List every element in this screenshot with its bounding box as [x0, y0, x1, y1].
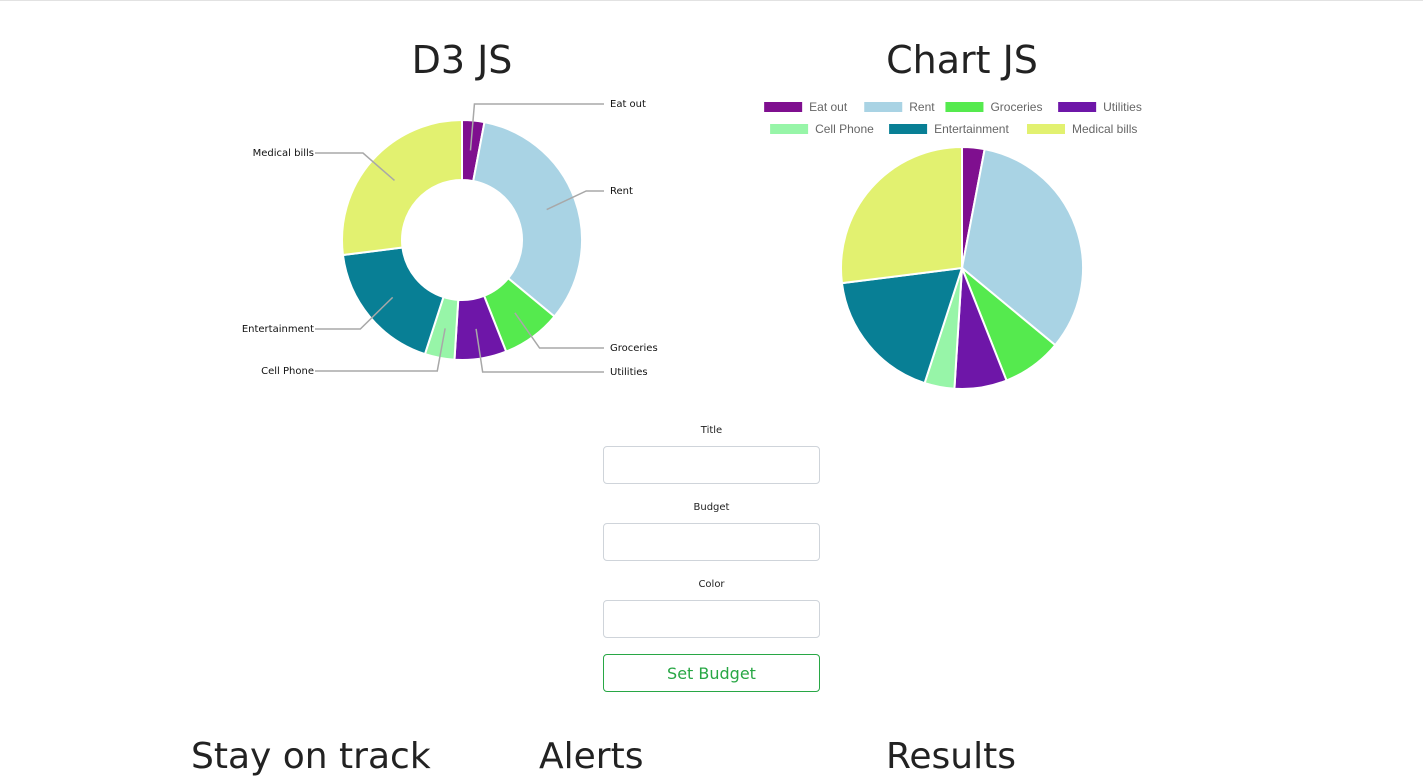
stay-on-track-heading: Stay on track [191, 736, 431, 777]
color-label: Color [698, 579, 725, 590]
d3-label-eat-out: Eat out [610, 99, 646, 110]
budget-input[interactable] [603, 523, 820, 561]
budget-label: Budget [693, 502, 730, 513]
chartjs-legend: Eat out Rent Groceries Utilities Cell Phone E… [764, 100, 1142, 136]
alerts-heading: Alerts [539, 736, 644, 777]
d3-slice-rent [472, 120, 583, 318]
legend-swatch-entertainment [889, 124, 928, 134]
d3-label-medical-bills: Medical bills [253, 148, 314, 159]
chartjs-slice-medical-bills [840, 145, 963, 285]
results-heading: Results [886, 736, 1016, 777]
legend-label-eat-out: Eat out [809, 100, 848, 114]
d3-slice-medical-bills [341, 118, 463, 257]
charts-canvas: Eat out Rent Groceries Utilities Cell Phone E… [242, 99, 1142, 390]
d3-label-cell-phone: Cell Phone [261, 366, 314, 377]
legend-swatch-cell-phone [770, 124, 809, 134]
set-budget-button[interactable]: Set Budget [603, 654, 820, 692]
d3-slice-entertainment [341, 246, 445, 356]
d3-label-entertainment: Entertainment [242, 324, 314, 335]
legend-swatch-utilities [1058, 102, 1097, 112]
title-label: Title [700, 425, 723, 436]
legend-label-groceries: Groceries [990, 100, 1042, 114]
legend-label-utilities: Utilities [1103, 100, 1142, 114]
d3-donut-chart: Eat out Rent Groceries Utilities Cell Phone E… [242, 99, 658, 378]
legend-swatch-eat-out [764, 102, 803, 112]
legend-label-medical-bills: Medical bills [1072, 122, 1137, 136]
legend-swatch-groceries [945, 102, 984, 112]
d3-label-groceries: Groceries [610, 343, 658, 354]
legend-label-rent: Rent [909, 100, 935, 114]
d3-label-rent: Rent [610, 186, 633, 197]
title-input[interactable] [603, 446, 820, 484]
legend-swatch-medical-bills [1027, 124, 1065, 134]
legend-label-cell-phone: Cell Phone [815, 122, 874, 136]
legend-label-entertainment: Entertainment [934, 122, 1009, 136]
chartjs-pie-chart [840, 145, 1084, 390]
d3-label-utilities: Utilities [610, 367, 648, 378]
color-input[interactable] [603, 600, 820, 638]
legend-swatch-rent [864, 102, 903, 112]
